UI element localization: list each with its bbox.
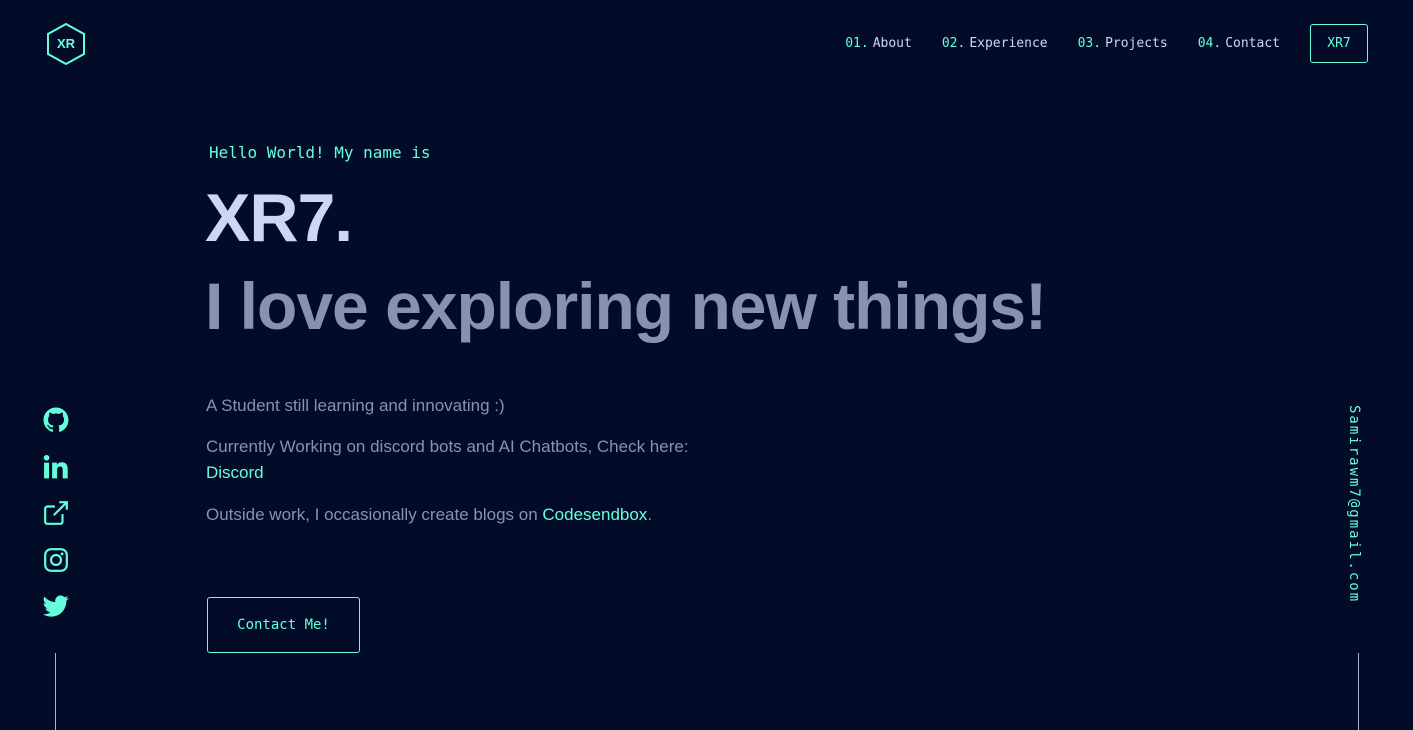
email-link[interactable]: Samirawm7@gmail.com xyxy=(1346,405,1362,603)
description-text: . xyxy=(647,505,653,524)
twitter-link[interactable] xyxy=(40,590,72,622)
hero-greeting: Hello World! My name is xyxy=(209,143,431,162)
hero-description-2: Currently Working on discord bots and AI… xyxy=(206,434,689,486)
instagram-link[interactable] xyxy=(40,544,72,576)
nav-label: Experience xyxy=(969,36,1048,51)
contact-me-button[interactable]: Contact Me! xyxy=(207,597,360,653)
left-vertical-line xyxy=(55,653,56,730)
main-nav: 01. About 02. Experience 03. Projects 04. Co… xyxy=(845,24,1368,63)
nav-label: Projects xyxy=(1105,36,1168,51)
linkedin-icon xyxy=(43,454,68,478)
instagram-icon xyxy=(44,547,68,572)
github-icon xyxy=(43,407,69,432)
logo[interactable]: XR xyxy=(46,22,86,66)
resume-button[interactable]: XR7 xyxy=(1310,24,1368,63)
nav-number: 04. xyxy=(1197,36,1222,51)
right-vertical-line xyxy=(1358,653,1359,730)
discord-link[interactable]: Discord xyxy=(206,463,264,482)
logo-text: XR xyxy=(56,36,76,51)
hero-description-1: A Student still learning and innovating … xyxy=(206,396,505,415)
description-text: Currently Working on discord bots and AI… xyxy=(206,437,689,456)
external-link-icon xyxy=(44,501,68,525)
twitter-icon xyxy=(43,595,69,617)
nav-item-experience[interactable]: 02. Experience xyxy=(942,36,1048,51)
linkedin-link[interactable] xyxy=(40,451,72,483)
nav-number: 01. xyxy=(845,36,869,51)
description-text: Outside work, I occasionally create blog… xyxy=(206,505,543,524)
nav-item-about[interactable]: 01. About xyxy=(845,36,912,51)
nav-label: Contact xyxy=(1225,36,1280,51)
nav-number: 03. xyxy=(1077,36,1102,51)
nav-item-contact[interactable]: 04. Contact xyxy=(1198,36,1280,51)
nav-label: About xyxy=(872,36,912,51)
social-links xyxy=(40,404,72,637)
hero-name: XR7. xyxy=(205,180,353,256)
hero-tagline: I love exploring new things! xyxy=(205,269,1047,343)
nav-number: 02. xyxy=(941,36,966,51)
external-link[interactable] xyxy=(40,497,72,529)
github-link[interactable] xyxy=(40,404,72,436)
nav-item-projects[interactable]: 03. Projects xyxy=(1078,36,1168,51)
hero-description-3: Outside work, I occasionally create blog… xyxy=(206,502,652,528)
codesendbox-link[interactable]: Codesendbox xyxy=(542,505,647,524)
